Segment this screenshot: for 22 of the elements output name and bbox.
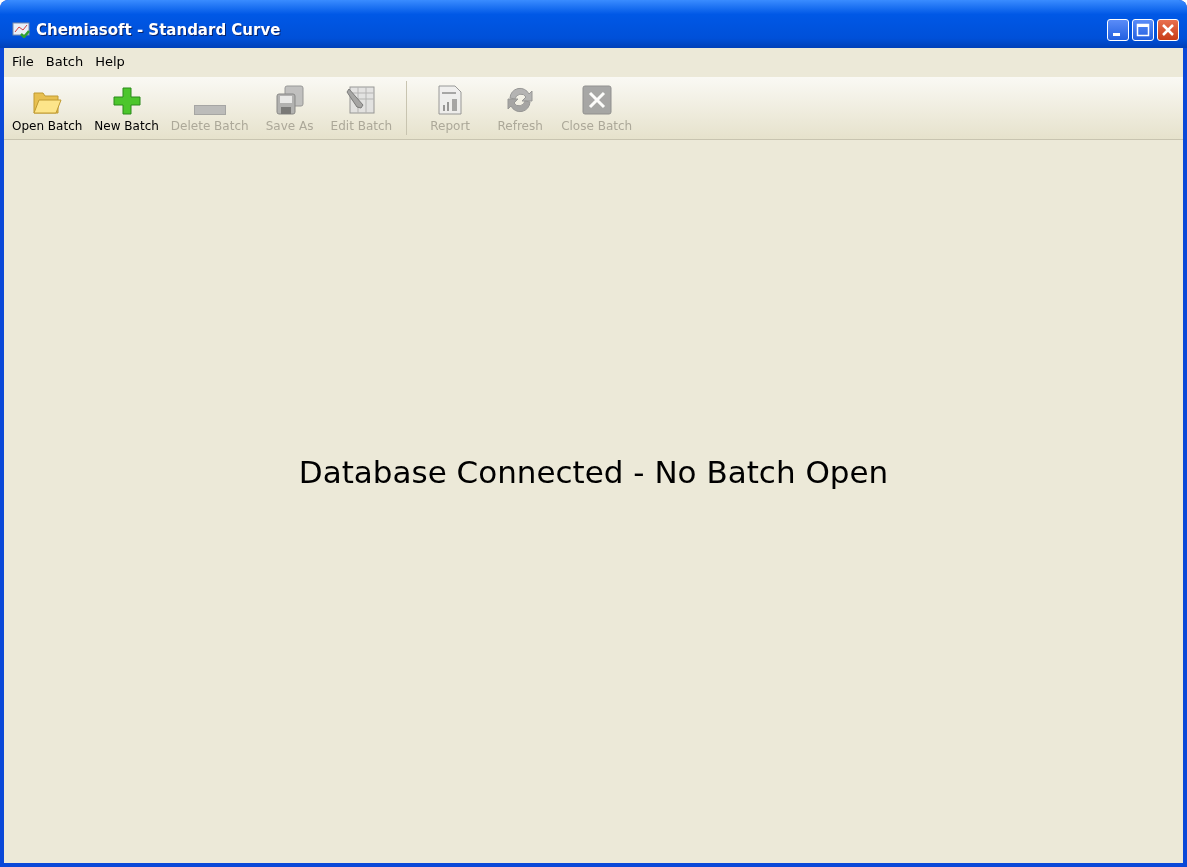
refresh-icon xyxy=(505,85,536,115)
toolbar-button[interactable]: New Batch xyxy=(88,77,165,139)
window-title: Chemiasoft - Standard Curve xyxy=(36,21,282,39)
menu-item[interactable]: File xyxy=(6,53,40,69)
minimize-button[interactable] xyxy=(1107,19,1129,41)
minimize-icon xyxy=(1112,32,1120,36)
floppy-disks-icon xyxy=(275,85,304,115)
status-message: Database Connected - No Batch Open xyxy=(298,453,889,490)
maximize-icon xyxy=(1136,23,1150,37)
folder-icon xyxy=(32,89,63,115)
minus-icon xyxy=(193,105,226,115)
app-icon xyxy=(12,22,30,38)
menu-item[interactable]: Help xyxy=(89,53,131,69)
report-icon xyxy=(438,85,463,115)
maximize-button[interactable] xyxy=(1132,19,1154,41)
edit-document-icon xyxy=(346,85,377,115)
close-icon xyxy=(1161,23,1175,37)
toolbar-button[interactable]: Open Batch xyxy=(6,77,89,139)
menu-item[interactable]: Batch xyxy=(39,53,90,69)
close-icon xyxy=(581,85,612,115)
close-button[interactable] xyxy=(1157,19,1179,41)
plus-icon xyxy=(111,87,142,115)
